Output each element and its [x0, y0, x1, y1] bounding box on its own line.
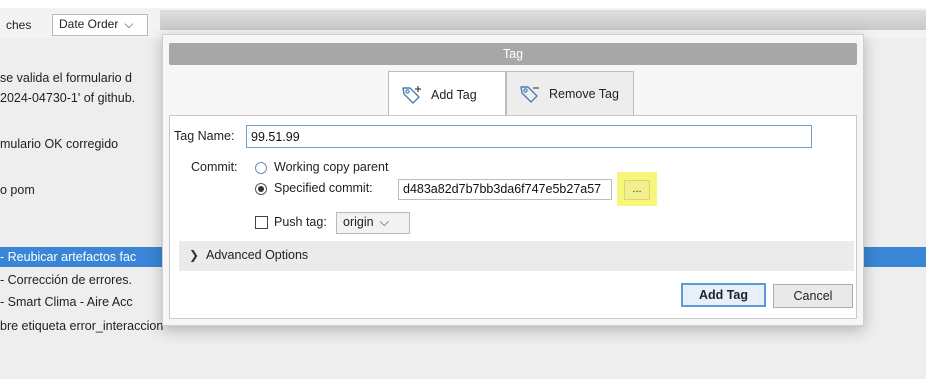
chevron-down-icon: ⌵ [124, 17, 134, 31]
browse-commit-button[interactable]: ... [624, 180, 650, 200]
commit-row[interactable]: o pom [0, 183, 35, 197]
order-select[interactable]: Date Order ⌵ [52, 14, 148, 36]
order-select-value: Date Order [59, 17, 119, 31]
tag-name-label: Tag Name: [174, 129, 235, 143]
commit-row-selected[interactable]: - Reubicar artefactos fac [0, 250, 136, 264]
background-toolbar: ches Date Order ⌵ [0, 0, 926, 38]
commit-row[interactable]: - Smart Clima - Aire Acc [0, 295, 133, 309]
tab-add-tag[interactable]: Add Tag [388, 71, 506, 117]
commit-row[interactable]: se valida el formulario d [0, 71, 132, 85]
dialog-title: Tag [169, 43, 857, 65]
commit-row[interactable]: 2024-04730-1' of github. [0, 91, 135, 105]
tag-dialog: Tag Add Tag Remove Tag Tag Name: Commit:… [162, 34, 864, 326]
tab-content-panel: Tag Name: Commit: Working copy parent Sp… [169, 115, 857, 319]
commit-label: Commit: [191, 160, 238, 174]
remote-select[interactable]: origin ⌵ [336, 212, 410, 234]
remote-select-value: origin [343, 215, 374, 229]
advanced-options-label: Advanced Options [206, 248, 309, 262]
tag-remove-icon [519, 84, 541, 104]
chevron-down-icon: ⌵ [379, 215, 390, 229]
specified-commit-label: Specified commit: [274, 181, 373, 195]
chevron-right-icon: ❯ [189, 248, 200, 262]
add-tag-button[interactable]: Add Tag [681, 283, 766, 307]
toolbar-gradient [160, 10, 926, 30]
working-copy-radio[interactable] [255, 162, 267, 174]
tab-remove-tag[interactable]: Remove Tag [506, 71, 634, 115]
advanced-options-expander[interactable]: ❯ Advanced Options [179, 241, 854, 271]
tab-add-tag-label: Add Tag [431, 87, 477, 102]
commit-row[interactable]: mulario OK corregido [0, 137, 118, 151]
specified-commit-radio[interactable] [255, 183, 267, 195]
tag-name-input[interactable] [246, 125, 812, 148]
push-tag-checkbox[interactable] [255, 216, 268, 229]
commit-row[interactable]: bre etiqueta error_interaccion [0, 319, 163, 333]
working-copy-label: Working copy parent [274, 160, 389, 174]
commit-row[interactable]: - Corrección de errores. [0, 273, 132, 287]
commit-hash-input[interactable]: d483a82d7b7bb3da6f747e5b27a57 [398, 179, 612, 200]
push-tag-label: Push tag: [274, 215, 327, 229]
cancel-button[interactable]: Cancel [773, 284, 853, 308]
tab-remove-tag-label: Remove Tag [549, 86, 619, 101]
tag-add-icon [401, 85, 423, 105]
branches-label: ches [6, 18, 32, 32]
